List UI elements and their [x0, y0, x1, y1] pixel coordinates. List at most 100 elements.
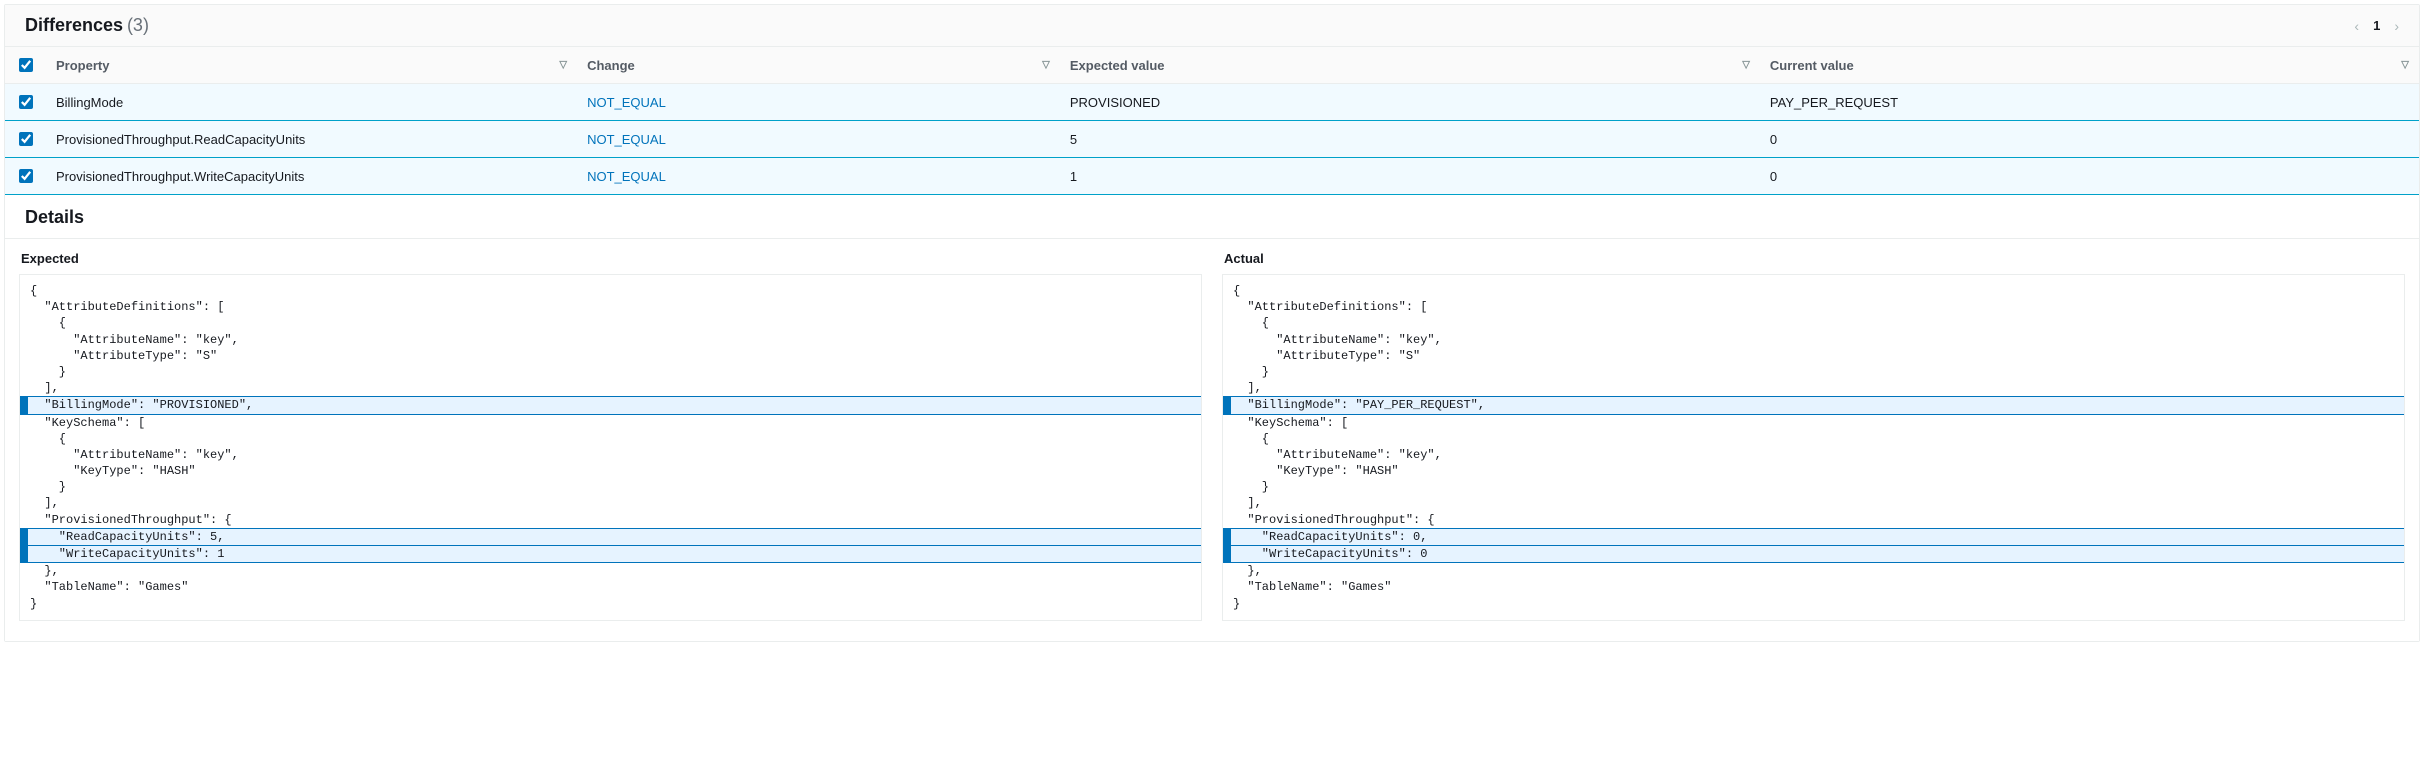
code-text: "BillingMode": "PROVISIONED", — [28, 397, 1201, 413]
code-line: ], — [1223, 380, 2404, 396]
highlight-bar — [1223, 529, 1231, 545]
table-header-row: Property ▽ Change ▽ Expected value ▽ Cur… — [5, 47, 2419, 84]
code-line: { — [1223, 431, 2404, 447]
code-line-highlight: "BillingMode": "PAY_PER_REQUEST", — [1223, 396, 2404, 414]
code-line: "AttributeType": "S" — [1223, 348, 2404, 364]
code-line: "AttributeDefinitions": [ — [1223, 299, 2404, 315]
differences-title: Differences — [25, 15, 123, 35]
code-line: "TableName": "Games" — [1223, 579, 2404, 595]
code-line: "AttributeName": "key", — [20, 447, 1201, 463]
code-line: "KeySchema": [ — [1223, 415, 2404, 431]
code-line: { — [1223, 283, 2404, 299]
table-row[interactable]: ProvisionedThroughput.ReadCapacityUnitsN… — [5, 121, 2419, 158]
code-line: } — [20, 479, 1201, 495]
col-current-label: Current value — [1770, 58, 1854, 73]
table-row[interactable]: ProvisionedThroughput.WriteCapacityUnits… — [5, 158, 2419, 195]
pager-prev-icon[interactable]: ‹ — [2354, 18, 2359, 34]
details-panels: Expected { "AttributeDefinitions": [ { "… — [5, 239, 2419, 641]
cell-property: ProvisionedThroughput.ReadCapacityUnits — [46, 121, 577, 158]
code-line: { — [20, 315, 1201, 331]
col-current[interactable]: Current value ▽ — [1760, 47, 2419, 84]
expected-code: { "AttributeDefinitions": [ { "Attribute… — [19, 274, 1202, 621]
code-line: "AttributeType": "S" — [20, 348, 1201, 364]
code-line-highlight: "BillingMode": "PROVISIONED", — [20, 396, 1201, 414]
code-line: } — [20, 596, 1201, 612]
code-line: "AttributeName": "key", — [1223, 332, 2404, 348]
code-text: "ReadCapacityUnits": 5, — [28, 529, 1201, 545]
expected-panel: Expected { "AttributeDefinitions": [ { "… — [19, 251, 1202, 621]
cell-change[interactable]: NOT_EQUAL — [577, 84, 1060, 121]
code-line: "KeySchema": [ — [20, 415, 1201, 431]
cell-current: 0 — [1760, 158, 2419, 195]
sort-icon: ▽ — [2401, 60, 2409, 71]
code-line-highlight: "WriteCapacityUnits": 0 — [1223, 546, 2404, 563]
code-line: } — [1223, 479, 2404, 495]
code-line: { — [20, 431, 1201, 447]
cell-property: BillingMode — [46, 84, 577, 121]
row-checkbox[interactable] — [19, 169, 33, 183]
code-text: "BillingMode": "PAY_PER_REQUEST", — [1231, 397, 2404, 413]
actual-panel: Actual { "AttributeDefinitions": [ { "At… — [1222, 251, 2405, 621]
code-line: ], — [20, 380, 1201, 396]
code-text: "WriteCapacityUnits": 0 — [1231, 546, 2404, 562]
differences-header: Differences (3) ‹ 1 › — [5, 5, 2419, 47]
code-line: "AttributeDefinitions": [ — [20, 299, 1201, 315]
cell-property: ProvisionedThroughput.WriteCapacityUnits — [46, 158, 577, 195]
cell-change[interactable]: NOT_EQUAL — [577, 158, 1060, 195]
pager: ‹ 1 › — [2354, 18, 2399, 34]
code-line: ], — [20, 495, 1201, 511]
code-line: ], — [1223, 495, 2404, 511]
sort-icon: ▽ — [559, 60, 567, 71]
code-line: "AttributeName": "key", — [20, 332, 1201, 348]
code-line: "ProvisionedThroughput": { — [1223, 512, 2404, 528]
actual-code: { "AttributeDefinitions": [ { "Attribute… — [1222, 274, 2405, 621]
code-line: } — [1223, 596, 2404, 612]
cell-expected: PROVISIONED — [1060, 84, 1760, 121]
code-line-highlight: "WriteCapacityUnits": 1 — [20, 546, 1201, 563]
differences-container: Differences (3) ‹ 1 › Property ▽ Change … — [4, 4, 2420, 642]
expected-label: Expected — [19, 251, 1202, 266]
code-line: }, — [20, 563, 1201, 579]
select-all-checkbox[interactable] — [19, 58, 33, 72]
differences-title-wrap: Differences (3) — [25, 15, 149, 36]
code-text: "WriteCapacityUnits": 1 — [28, 546, 1201, 562]
table-row[interactable]: BillingModeNOT_EQUALPROVISIONEDPAY_PER_R… — [5, 84, 2419, 121]
code-line: "ProvisionedThroughput": { — [20, 512, 1201, 528]
col-select — [5, 47, 46, 84]
col-property-label: Property — [56, 58, 109, 73]
code-line: "TableName": "Games" — [20, 579, 1201, 595]
col-change[interactable]: Change ▽ — [577, 47, 1060, 84]
code-line-highlight: "ReadCapacityUnits": 5, — [20, 528, 1201, 546]
code-line: { — [20, 283, 1201, 299]
col-change-label: Change — [587, 58, 635, 73]
code-line: }, — [1223, 563, 2404, 579]
cell-expected: 1 — [1060, 158, 1760, 195]
sort-icon: ▽ — [1042, 60, 1050, 71]
highlight-bar — [20, 397, 28, 413]
col-expected-label: Expected value — [1070, 58, 1165, 73]
sort-icon: ▽ — [1742, 60, 1750, 71]
col-property[interactable]: Property ▽ — [46, 47, 577, 84]
code-line: "KeyType": "HASH" — [1223, 463, 2404, 479]
actual-label: Actual — [1222, 251, 2405, 266]
code-text: "ReadCapacityUnits": 0, — [1231, 529, 2404, 545]
col-expected[interactable]: Expected value ▽ — [1060, 47, 1760, 84]
cell-change[interactable]: NOT_EQUAL — [577, 121, 1060, 158]
pager-page: 1 — [2373, 18, 2380, 33]
row-checkbox[interactable] — [19, 132, 33, 146]
code-line: } — [20, 364, 1201, 380]
highlight-bar — [20, 546, 28, 562]
differences-count: (3) — [127, 15, 149, 35]
cell-current: 0 — [1760, 121, 2419, 158]
details-title: Details — [5, 195, 2419, 239]
code-line: } — [1223, 364, 2404, 380]
highlight-bar — [1223, 546, 1231, 562]
highlight-bar — [1223, 397, 1231, 413]
code-line: "AttributeName": "key", — [1223, 447, 2404, 463]
code-line: "KeyType": "HASH" — [20, 463, 1201, 479]
code-line-highlight: "ReadCapacityUnits": 0, — [1223, 528, 2404, 546]
cell-expected: 5 — [1060, 121, 1760, 158]
row-checkbox[interactable] — [19, 95, 33, 109]
pager-next-icon[interactable]: › — [2394, 18, 2399, 34]
differences-table: Property ▽ Change ▽ Expected value ▽ Cur… — [5, 47, 2419, 195]
